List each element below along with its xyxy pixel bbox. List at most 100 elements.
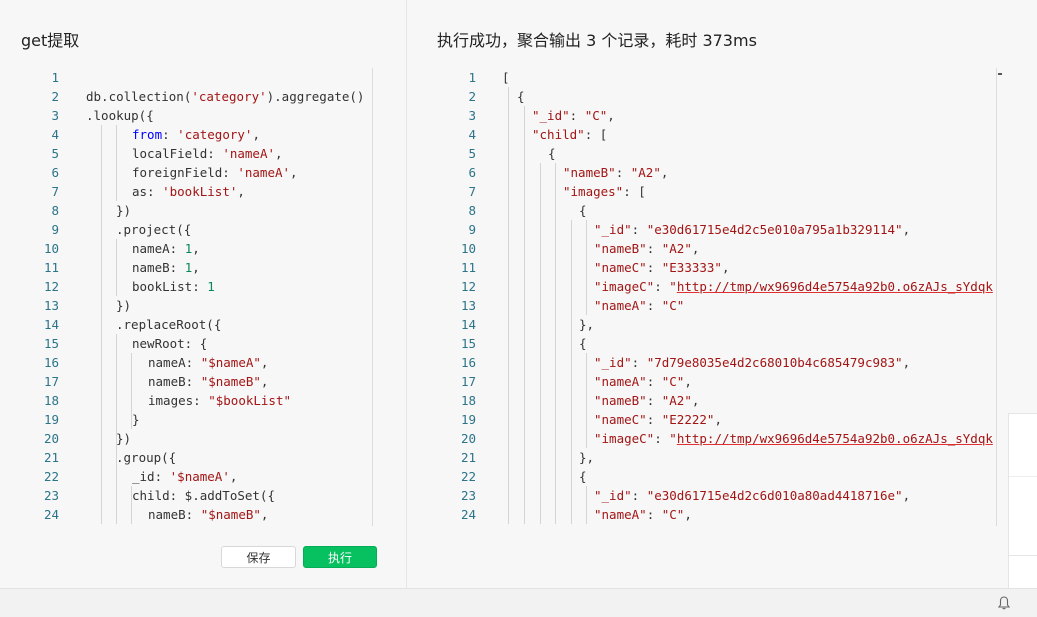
code-text: .project({	[116, 220, 191, 239]
floating-toolbar-bottom[interactable]	[1008, 556, 1037, 588]
code-line: 23 child: $.addToSet({	[30, 486, 374, 505]
code-line: 19 "nameC": "E2222",	[445, 410, 1037, 429]
bell-icon[interactable]	[998, 596, 1010, 610]
code-token: })	[116, 431, 132, 446]
code-line: 5 localField: 'nameA',	[30, 144, 374, 163]
code-token: [	[502, 70, 510, 85]
code-token: :	[631, 355, 647, 370]
code-token: ,	[721, 260, 730, 275]
code-text: "_id": "e30d61715e4d2c5e010a795a1b329114…	[594, 220, 910, 239]
code-token: "	[669, 279, 677, 294]
code-token: "child"	[532, 127, 585, 142]
code-line: 16 "_id": "7d79e8035e4d2c68010b4c685479c9…	[445, 353, 1037, 372]
code-token: 'nameA'	[237, 165, 291, 180]
code-line: 22 {	[445, 467, 1037, 486]
code-text: bookList: 1	[132, 277, 215, 296]
code-text: "nameB": "A2",	[594, 239, 699, 258]
line-number: 3	[468, 108, 476, 123]
code-token: {	[579, 203, 587, 218]
code-text: },	[579, 315, 594, 334]
code-line: 19}	[30, 410, 374, 429]
code-text: "nameB": "A2",	[594, 391, 699, 410]
code-token: :	[646, 374, 662, 389]
code-text: nameA: 1,	[132, 239, 200, 258]
code-text: nameA: "$nameA",	[148, 353, 268, 372]
code-token: {	[517, 89, 525, 104]
code-token: "C"	[584, 108, 608, 123]
code-token: "nameA"	[594, 507, 647, 522]
code-text: "_id": "C",	[532, 106, 615, 125]
code-token: newRoot: {	[132, 336, 208, 351]
code-token: "C"	[661, 298, 685, 313]
code-text: "images": [	[563, 182, 646, 201]
line-number: 22	[460, 469, 476, 484]
scroll-marker	[998, 73, 1002, 75]
floating-toolbar[interactable]	[1008, 413, 1037, 556]
line-number: 16	[460, 355, 476, 370]
line-number: 6	[51, 165, 59, 180]
code-token: :	[646, 393, 662, 408]
code-text: localField: 'nameA',	[132, 144, 283, 163]
code-token: "$bookList"	[208, 393, 292, 408]
code-token: ,	[252, 127, 260, 142]
code-text: newRoot: {	[132, 334, 207, 353]
code-token: ,	[237, 184, 245, 199]
code-line: 12 bookList: 1	[30, 277, 374, 296]
code-token: 'bookList'	[162, 184, 238, 199]
code-line: 21},	[445, 448, 1037, 467]
code-token: "A2"	[630, 165, 661, 180]
code-text: db.collection('category').aggregate()	[86, 87, 364, 106]
code-text: foreignField: 'nameA',	[132, 163, 298, 182]
code-text: .replaceRoot({	[116, 315, 221, 334]
code-text: nameB: "$nameB",	[148, 505, 268, 524]
line-number: 7	[468, 184, 476, 199]
run-button[interactable]: 执行	[303, 546, 377, 568]
code-line: 6 foreignField: 'nameA',	[30, 163, 374, 182]
line-number: 19	[43, 412, 59, 427]
code-line: 7 as: 'bookList',	[30, 182, 374, 201]
code-line: 17 nameB: "$nameB",	[30, 372, 374, 391]
url-link[interactable]: http://tmp/wx9696d4e5754a92b0.o6zAJs_sYd…	[677, 431, 993, 446]
line-number: 23	[460, 488, 476, 503]
code-token: ,	[660, 165, 669, 180]
code-text: "nameB": "A2",	[563, 163, 668, 182]
code-token: "A2"	[661, 241, 692, 256]
code-token: bookList:	[132, 279, 208, 294]
line-number: 11	[460, 260, 476, 275]
code-token: nameB:	[148, 507, 201, 522]
line-number: 23	[43, 488, 59, 503]
code-token: 'nameA'	[222, 146, 275, 161]
code-line: 18 "nameB": "A2",	[445, 391, 1037, 410]
result-scrollbar[interactable]	[996, 68, 997, 526]
code-line: 20 "imageC": "http://tmp/wx9696d4e5754a92…	[445, 429, 1037, 448]
line-number: 4	[468, 127, 476, 142]
code-editor[interactable]: 1 2 db.collection('category').aggregate() 3…	[30, 68, 374, 526]
line-number: 21	[43, 450, 59, 465]
code-token: ,	[902, 222, 911, 237]
code-line: 3 .lookup({	[30, 106, 374, 125]
line-number: 4	[51, 127, 59, 142]
code-token: 'category'	[191, 89, 267, 104]
result-viewer[interactable]: 1[2{3 "_id": "C", 4 "child": [5{6 "nameB": "…	[445, 68, 1037, 526]
code-token: :	[569, 108, 585, 123]
code-token: })	[116, 298, 132, 313]
code-token: "7d79e8035e4d2c68010b4c685479c983"	[646, 355, 903, 370]
editor-scrollbar[interactable]	[372, 68, 373, 526]
code-text: "imageC": "http://tmp/wx9696d4e5754a92b0…	[594, 277, 993, 296]
url-link[interactable]: http://tmp/wx9696d4e5754a92b0.o6zAJs_sYd…	[677, 279, 993, 294]
code-line: 11 nameB: 1,	[30, 258, 374, 277]
aggregate-editor-panel: get提取 1 2 db.collection('category').aggreg…	[0, 0, 406, 588]
save-button[interactable]: 保存	[221, 546, 296, 568]
result-status: 执行成功，聚合输出 3 个记录，耗时 373ms	[437, 31, 757, 50]
code-token: images:	[148, 393, 209, 408]
line-number: 24	[43, 507, 59, 522]
code-token: ,	[607, 108, 615, 123]
code-token: ,	[260, 374, 269, 389]
line-number: 9	[468, 222, 476, 237]
code-token: "nameB"	[563, 165, 616, 180]
code-token: : [	[623, 184, 646, 199]
code-token: ,	[192, 241, 200, 256]
code-line: 5{	[445, 144, 1037, 163]
code-token: "C"	[661, 374, 685, 389]
code-token: ,	[229, 469, 238, 484]
